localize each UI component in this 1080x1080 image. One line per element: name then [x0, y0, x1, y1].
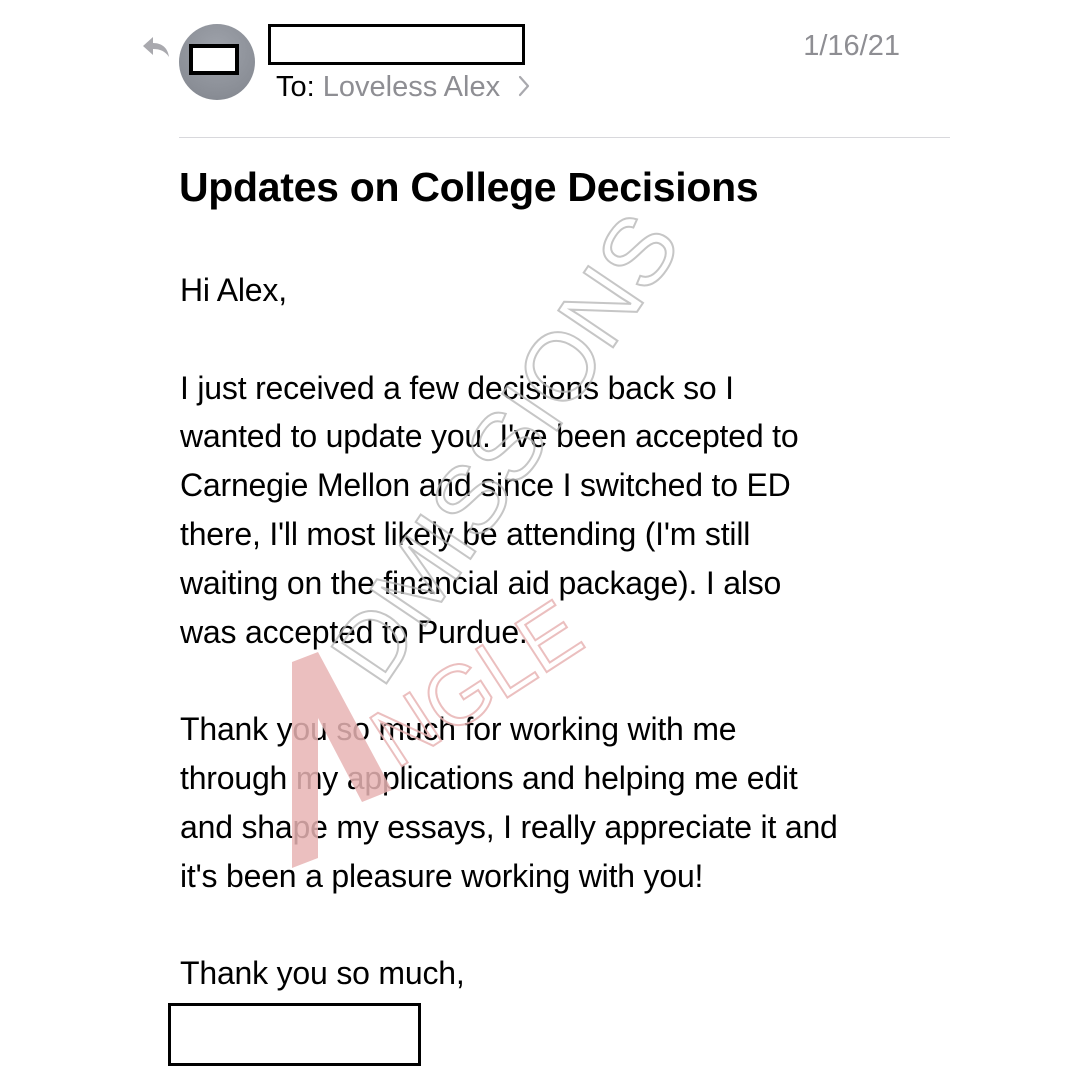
- message-subject: Updates on College Decisions: [179, 164, 759, 210]
- greeting: Hi Alex,: [180, 272, 287, 308]
- closing-line: Thank you so much,: [180, 955, 465, 992]
- body-line: was accepted to Purdue.: [180, 613, 528, 650]
- body-line: through my applications and helping me e…: [180, 759, 798, 796]
- body-line: Thank you so much for working with me: [180, 711, 737, 748]
- body-line: wanted to update you. I've been accepted…: [180, 418, 799, 455]
- body-line: waiting on the financial aid package). I…: [180, 564, 782, 601]
- body-line: it's been a pleasure working with you!: [180, 857, 704, 894]
- signature-redaction-box: [168, 1003, 421, 1066]
- to-label: To:: [276, 71, 315, 103]
- message-date: 1/16/21: [803, 30, 900, 62]
- avatar-redaction-box: [189, 44, 239, 75]
- chevron-right-icon[interactable]: [518, 75, 530, 97]
- mail-message-view: 1/16/21 To: Loveless Alex Updates on Col…: [0, 0, 1080, 1080]
- reply-arrow-icon: [143, 37, 169, 57]
- message-body: Hi Alex, I just received a few decisions…: [180, 266, 940, 998]
- body-line: and shape my essays, I really appreciate…: [180, 808, 838, 845]
- recipient-name[interactable]: Loveless Alex: [323, 71, 500, 103]
- recipient-line: To: Loveless Alex: [276, 71, 530, 104]
- header-divider: [179, 137, 950, 138]
- body-line: Carnegie Mellon and since I switched to …: [180, 467, 791, 504]
- body-line: there, I'll most likely be attending (I'…: [180, 515, 751, 552]
- sender-name-redaction-box: [268, 24, 525, 65]
- body-line: I just received a few decisions back so …: [180, 369, 734, 406]
